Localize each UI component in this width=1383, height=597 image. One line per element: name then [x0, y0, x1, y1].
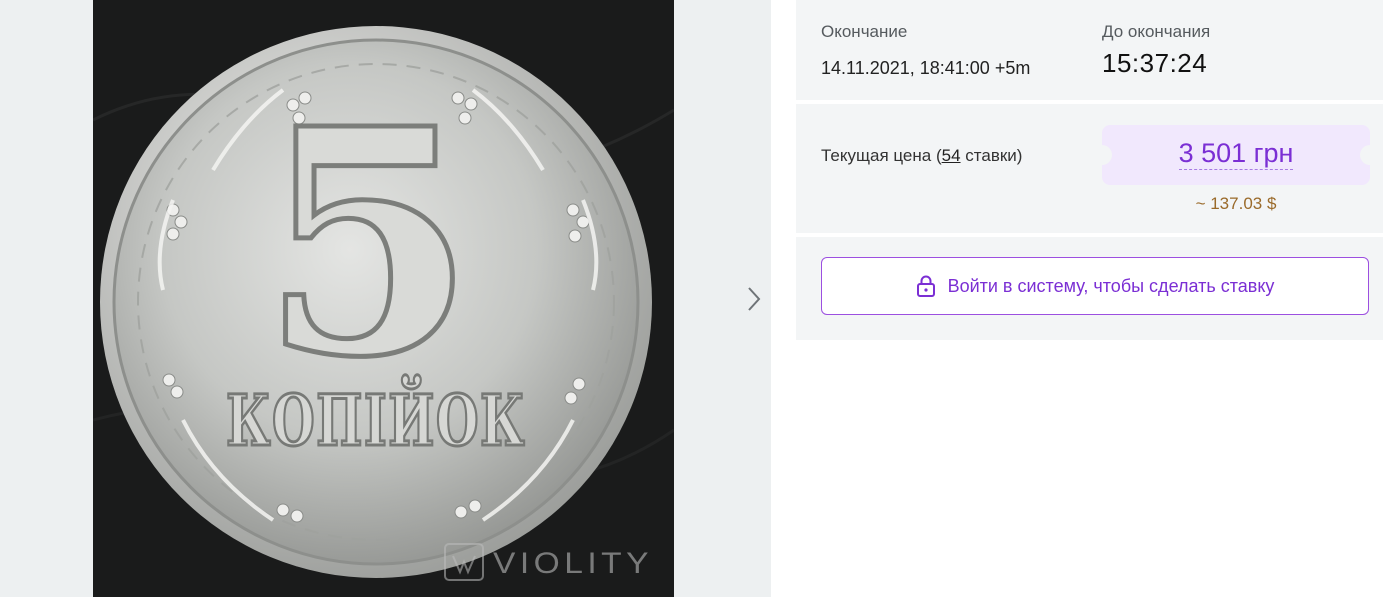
current-price-panel: Текущая цена (54 ставки) 3 501 грн ~ 137…	[796, 104, 1383, 233]
price-amount[interactable]: 3 501 грн	[1178, 138, 1294, 170]
lock-icon	[916, 275, 936, 297]
bids-word: ставки	[965, 146, 1017, 165]
countdown-timer: 15:37:24	[1102, 48, 1208, 78]
watermark-text: VIOLITY	[493, 547, 653, 580]
time-left-label: До окончания	[1102, 22, 1211, 41]
login-to-bid-button[interactable]: Войти в систему, чтобы сделать ставку	[821, 257, 1369, 315]
lot-gallery: 5 КОПІЙОК VIOLITY	[0, 0, 771, 597]
coin-image: 5 КОПІЙОК VIOLITY	[93, 0, 674, 597]
current-price-text: Текущая цена	[821, 146, 932, 165]
next-image-button[interactable]	[736, 280, 772, 318]
current-price-label: Текущая цена (54 ставки)	[821, 146, 1023, 165]
bids-count-link[interactable]: 54	[942, 146, 961, 165]
coin-denomination: КОПІЙОК	[226, 375, 526, 462]
price-usd: ~ 137.03 $	[1195, 194, 1277, 213]
coin-photo[interactable]: 5 КОПІЙОК VIOLITY	[93, 0, 674, 597]
login-panel: Войти в систему, чтобы сделать ставку	[796, 237, 1383, 340]
chevron-right-icon	[748, 287, 761, 311]
price-ticket: 3 501 грн	[1092, 125, 1380, 185]
end-label: Окончание	[821, 22, 908, 41]
login-button-label: Войти в систему, чтобы сделать ставку	[947, 275, 1275, 296]
auction-timing-panel: Окончание 14.11.2021, 18:41:00 +5m До ок…	[796, 0, 1383, 100]
price-value[interactable]: 3 501 грн	[1102, 138, 1370, 170]
coin-numeral: 5	[260, 62, 476, 426]
end-datetime: 14.11.2021, 18:41:00 +5m	[821, 58, 1031, 78]
